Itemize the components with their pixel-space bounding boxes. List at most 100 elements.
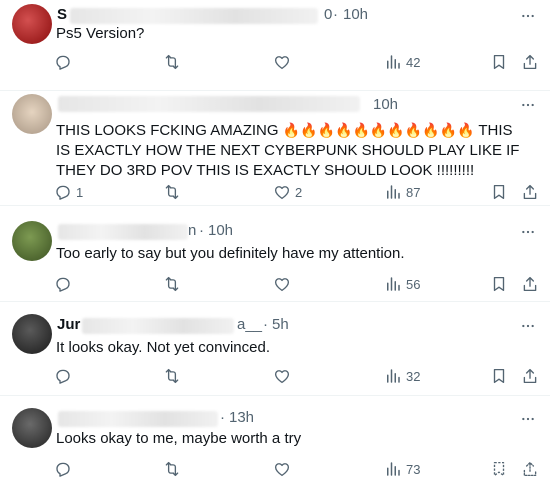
like-button[interactable] <box>273 50 295 74</box>
more-icon[interactable] <box>520 411 536 427</box>
share-button[interactable] <box>521 457 539 481</box>
reply-button[interactable] <box>54 457 76 481</box>
share-icon <box>523 368 537 384</box>
views-icon <box>387 55 400 69</box>
views-button[interactable]: 56 <box>384 272 420 296</box>
redacted-author <box>58 96 360 112</box>
post-text: Looks okay to me, maybe worth a try <box>56 430 302 447</box>
reply-post[interactable]: S 0 · 10h Ps5 Version? 42 <box>0 0 550 91</box>
post-text: Too early to say but you definitely have… <box>56 245 405 262</box>
time-fragment: a__ <box>237 316 263 333</box>
avatar[interactable] <box>12 314 52 354</box>
views-button[interactable]: 32 <box>384 364 420 388</box>
bookmark-button[interactable] <box>490 272 508 296</box>
reply-button[interactable] <box>54 50 76 74</box>
view-count: 87 <box>406 184 421 200</box>
share-button[interactable] <box>521 180 539 204</box>
avatar[interactable] <box>12 221 52 261</box>
post-time[interactable]: 10h <box>343 6 368 23</box>
author-handle[interactable]: S <box>57 6 67 23</box>
avatar[interactable] <box>12 4 52 44</box>
like-count: 2 <box>295 184 303 200</box>
view-count: 56 <box>406 276 421 292</box>
share-icon <box>523 461 537 477</box>
reply-icon <box>56 185 70 200</box>
views-button[interactable]: 42 <box>384 50 420 74</box>
reply-button[interactable] <box>54 364 76 388</box>
more-icon[interactable] <box>520 8 536 24</box>
repost-button[interactable] <box>163 272 185 296</box>
views-button[interactable]: 87 <box>384 180 420 204</box>
action-bar: 1 2 87 <box>54 180 544 204</box>
bookmark-button[interactable] <box>490 457 508 481</box>
repost-icon <box>165 461 179 477</box>
fire-emoji: 🔥🔥🔥🔥🔥🔥🔥🔥🔥🔥🔥 <box>282 122 475 138</box>
meta-separator: · <box>333 6 338 23</box>
like-button[interactable]: 2 <box>273 180 302 204</box>
author-handle[interactable]: Jur <box>57 316 80 333</box>
post-text: It looks okay. Not yet convinced. <box>56 339 270 356</box>
post-time[interactable]: 13h <box>229 409 254 426</box>
post-text: Ps5 Version? <box>56 25 145 42</box>
avatar[interactable] <box>12 94 52 134</box>
avatar[interactable] <box>12 408 52 448</box>
repost-button[interactable] <box>163 457 185 481</box>
more-icon[interactable] <box>520 97 536 113</box>
views-button[interactable]: 73 <box>384 457 420 481</box>
bookmark-icon <box>493 54 505 70</box>
reply-post[interactable]: Jur a__ · 5h It looks okay. Not yet conv… <box>0 302 550 396</box>
like-icon <box>274 370 290 384</box>
views-icon <box>387 369 400 383</box>
like-button[interactable] <box>273 272 295 296</box>
redacted-author <box>82 318 234 334</box>
post-time[interactable]: 10h <box>208 222 233 239</box>
reply-post[interactable]: 10h THIS LOOKS FCKING AMAZING 🔥🔥🔥🔥🔥🔥🔥🔥🔥🔥… <box>0 91 550 206</box>
more-icon[interactable] <box>520 318 536 334</box>
bookmark-icon <box>493 184 505 200</box>
repost-icon <box>165 368 179 384</box>
more-icon[interactable] <box>520 224 536 240</box>
view-count: 42 <box>406 54 421 70</box>
views-icon <box>387 462 400 476</box>
reply-button[interactable] <box>54 272 76 296</box>
action-bar: 73 <box>54 457 544 481</box>
redacted-author <box>70 8 318 24</box>
like-button[interactable] <box>273 364 295 388</box>
share-button[interactable] <box>521 364 539 388</box>
reply-post[interactable]: n · 10h Too early to say but you definit… <box>0 206 550 302</box>
share-icon <box>523 276 537 292</box>
post-text-part: THIS LOOKS FCKING AMAZING <box>56 122 279 139</box>
meta-separator: · <box>220 409 225 426</box>
like-icon <box>274 186 290 200</box>
time-fragment: 0 <box>324 6 333 23</box>
view-count: 32 <box>406 368 421 384</box>
repost-button[interactable] <box>163 180 185 204</box>
post-time[interactable]: 5h <box>272 316 289 333</box>
like-icon <box>274 278 290 292</box>
like-button[interactable] <box>273 457 295 481</box>
share-icon <box>523 54 537 70</box>
bookmark-button[interactable] <box>490 180 508 204</box>
share-button[interactable] <box>521 50 539 74</box>
bookmark-icon <box>493 276 505 292</box>
bookmark-button[interactable] <box>490 364 508 388</box>
repost-icon <box>165 54 179 70</box>
action-bar: 42 <box>54 50 544 74</box>
view-count: 73 <box>406 461 421 477</box>
reply-button[interactable]: 1 <box>54 180 83 204</box>
views-icon <box>387 185 400 199</box>
bookmark-button[interactable] <box>490 50 508 74</box>
reply-post[interactable]: · 13h Looks okay to me, maybe worth a tr… <box>0 396 550 495</box>
time-fragment: n <box>188 222 197 239</box>
repost-button[interactable] <box>163 50 185 74</box>
reply-icon <box>56 369 70 384</box>
share-button[interactable] <box>521 272 539 296</box>
views-icon <box>387 277 400 291</box>
meta-separator: · <box>263 316 268 333</box>
bookmark-icon <box>493 368 505 384</box>
post-time[interactable]: 10h <box>373 96 398 113</box>
like-icon <box>274 56 290 70</box>
repost-icon <box>165 276 179 292</box>
reply-count: 1 <box>76 184 84 200</box>
repost-button[interactable] <box>163 364 185 388</box>
